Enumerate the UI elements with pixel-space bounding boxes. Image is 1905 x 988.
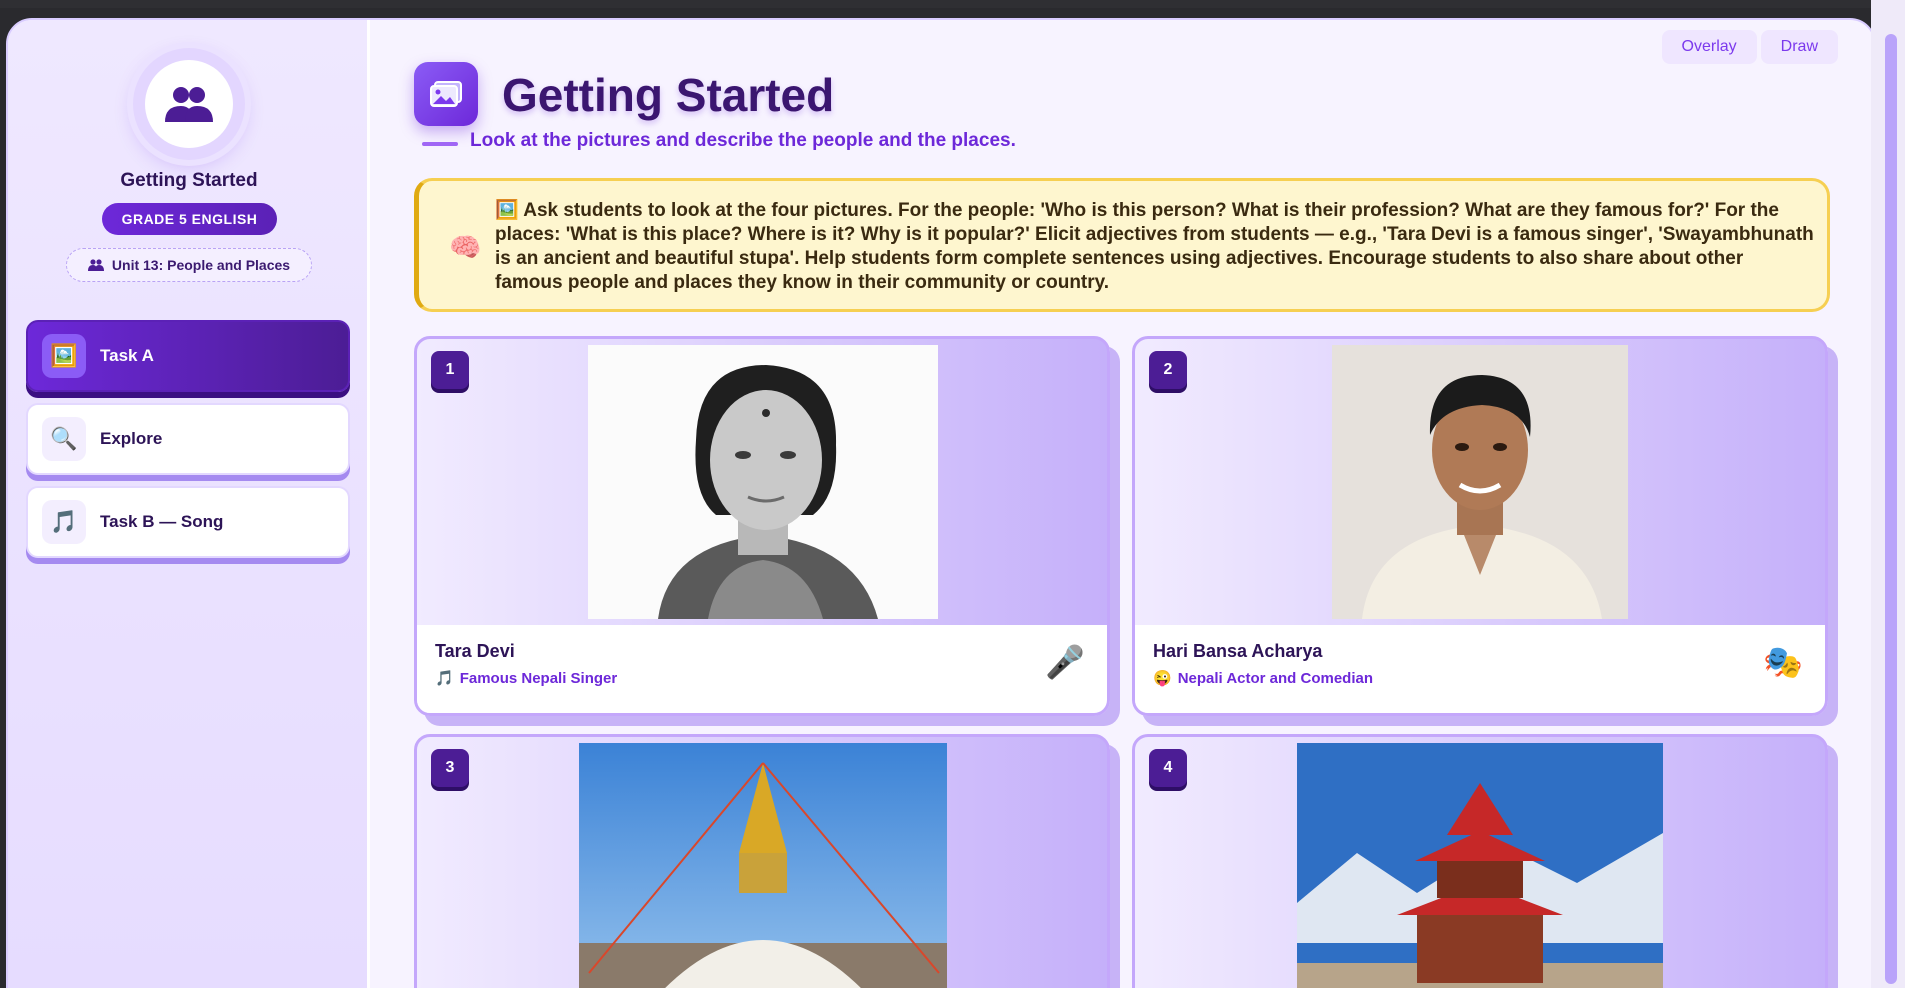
card-footer: Tara Devi 🎵 Famous Nepali Singer 🎤 [417, 625, 1107, 713]
temple-image [1297, 743, 1663, 988]
picture-card-2[interactable]: 2 Hari Bansa Acharya 😜 Nepali Actor and … [1132, 336, 1828, 716]
card-number: 1 [431, 351, 469, 389]
sidebar-item-label: Task A [100, 346, 154, 365]
card-name: Hari Bansa Acharya [1153, 641, 1323, 661]
stupa-image [579, 743, 947, 988]
card-role: 🎵 Famous Nepali Singer [435, 669, 618, 688]
teacher-note-text: 🖼️ Ask students to look at the four pict… [495, 200, 1814, 293]
picture-card-4[interactable]: 4 [1132, 734, 1828, 988]
card-number: 2 [1149, 351, 1187, 389]
card-name: Tara Devi [435, 641, 515, 661]
portrait-image [588, 345, 938, 619]
music-note-icon: 🎵 [42, 500, 86, 544]
card-number: 3 [431, 749, 469, 787]
avatar [145, 60, 233, 148]
brain-icon: 🧠 [449, 233, 482, 263]
card-number: 4 [1149, 749, 1187, 787]
page-title: Getting Started [502, 69, 835, 121]
sidebar-item-task-b-song[interactable]: 🎵 Task B — Song [26, 486, 350, 558]
draw-tab[interactable]: Draw [1760, 30, 1838, 64]
picture-card-1[interactable]: 1 Tara Devi 🎵 Famous Nepali Singer 🎤 [414, 336, 1110, 716]
card-footer: Hari Bansa Acharya 😜 Nepali Actor and Co… [1135, 625, 1825, 713]
sidebar-item-label: Task B — Song [100, 512, 224, 531]
unit-label: Unit 13: People and Places [111, 257, 291, 273]
music-note-icon: 🎵 [435, 670, 454, 687]
picture-card-3[interactable]: 3 [414, 734, 1110, 988]
window-top-bar [0, 0, 1905, 8]
sidebar-item-explore[interactable]: 🔍 Explore [26, 403, 350, 475]
images-icon [414, 62, 478, 126]
top-tabs: Overlay Draw [1661, 30, 1838, 64]
overlay-tab[interactable]: Overlay [1661, 30, 1757, 64]
people-icon [165, 87, 213, 122]
picture-icon: 🖼️ [42, 334, 86, 378]
card-role: 😜 Nepali Actor and Comedian [1153, 669, 1373, 688]
sidebar-title: Getting Started [120, 170, 258, 191]
app-frame: Overlay Draw Getting Started GRADE 5 ENG… [6, 18, 1876, 988]
microphone-icon: 🎤 [1045, 643, 1085, 681]
unit-badge: Unit 13: People and Places [66, 248, 312, 282]
grade-badge: GRADE 5 ENGLISH [102, 203, 277, 235]
scrollbar-thumb[interactable] [1885, 34, 1897, 984]
magnifier-icon: 🔍 [42, 417, 86, 461]
winking-face-icon: 😜 [1153, 670, 1172, 687]
avatar-ring [133, 48, 245, 160]
sidebar-nav: 🖼️ Task A 🔍 Explore 🎵 Task B — Song [26, 320, 350, 569]
card-role-label: Nepali Actor and Comedian [1177, 669, 1373, 687]
page-subtitle: Look at the pictures and describe the pe… [470, 130, 1016, 151]
main-content: Getting Started Look at the pictures and… [370, 20, 1874, 988]
sidebar-item-label: Explore [100, 429, 163, 448]
teacher-note: 🧠 🖼️ Ask students to look at the four pi… [414, 178, 1830, 312]
subtitle-accent [422, 142, 458, 146]
sidebar: Getting Started GRADE 5 ENGLISH Unit 13:… [8, 20, 370, 988]
portrait-image [1332, 345, 1628, 619]
sidebar-item-task-a[interactable]: 🖼️ Task A [26, 320, 350, 392]
theater-masks-icon: 🎭 [1763, 643, 1803, 681]
people-icon [87, 259, 104, 271]
card-role-label: Famous Nepali Singer [459, 669, 618, 687]
